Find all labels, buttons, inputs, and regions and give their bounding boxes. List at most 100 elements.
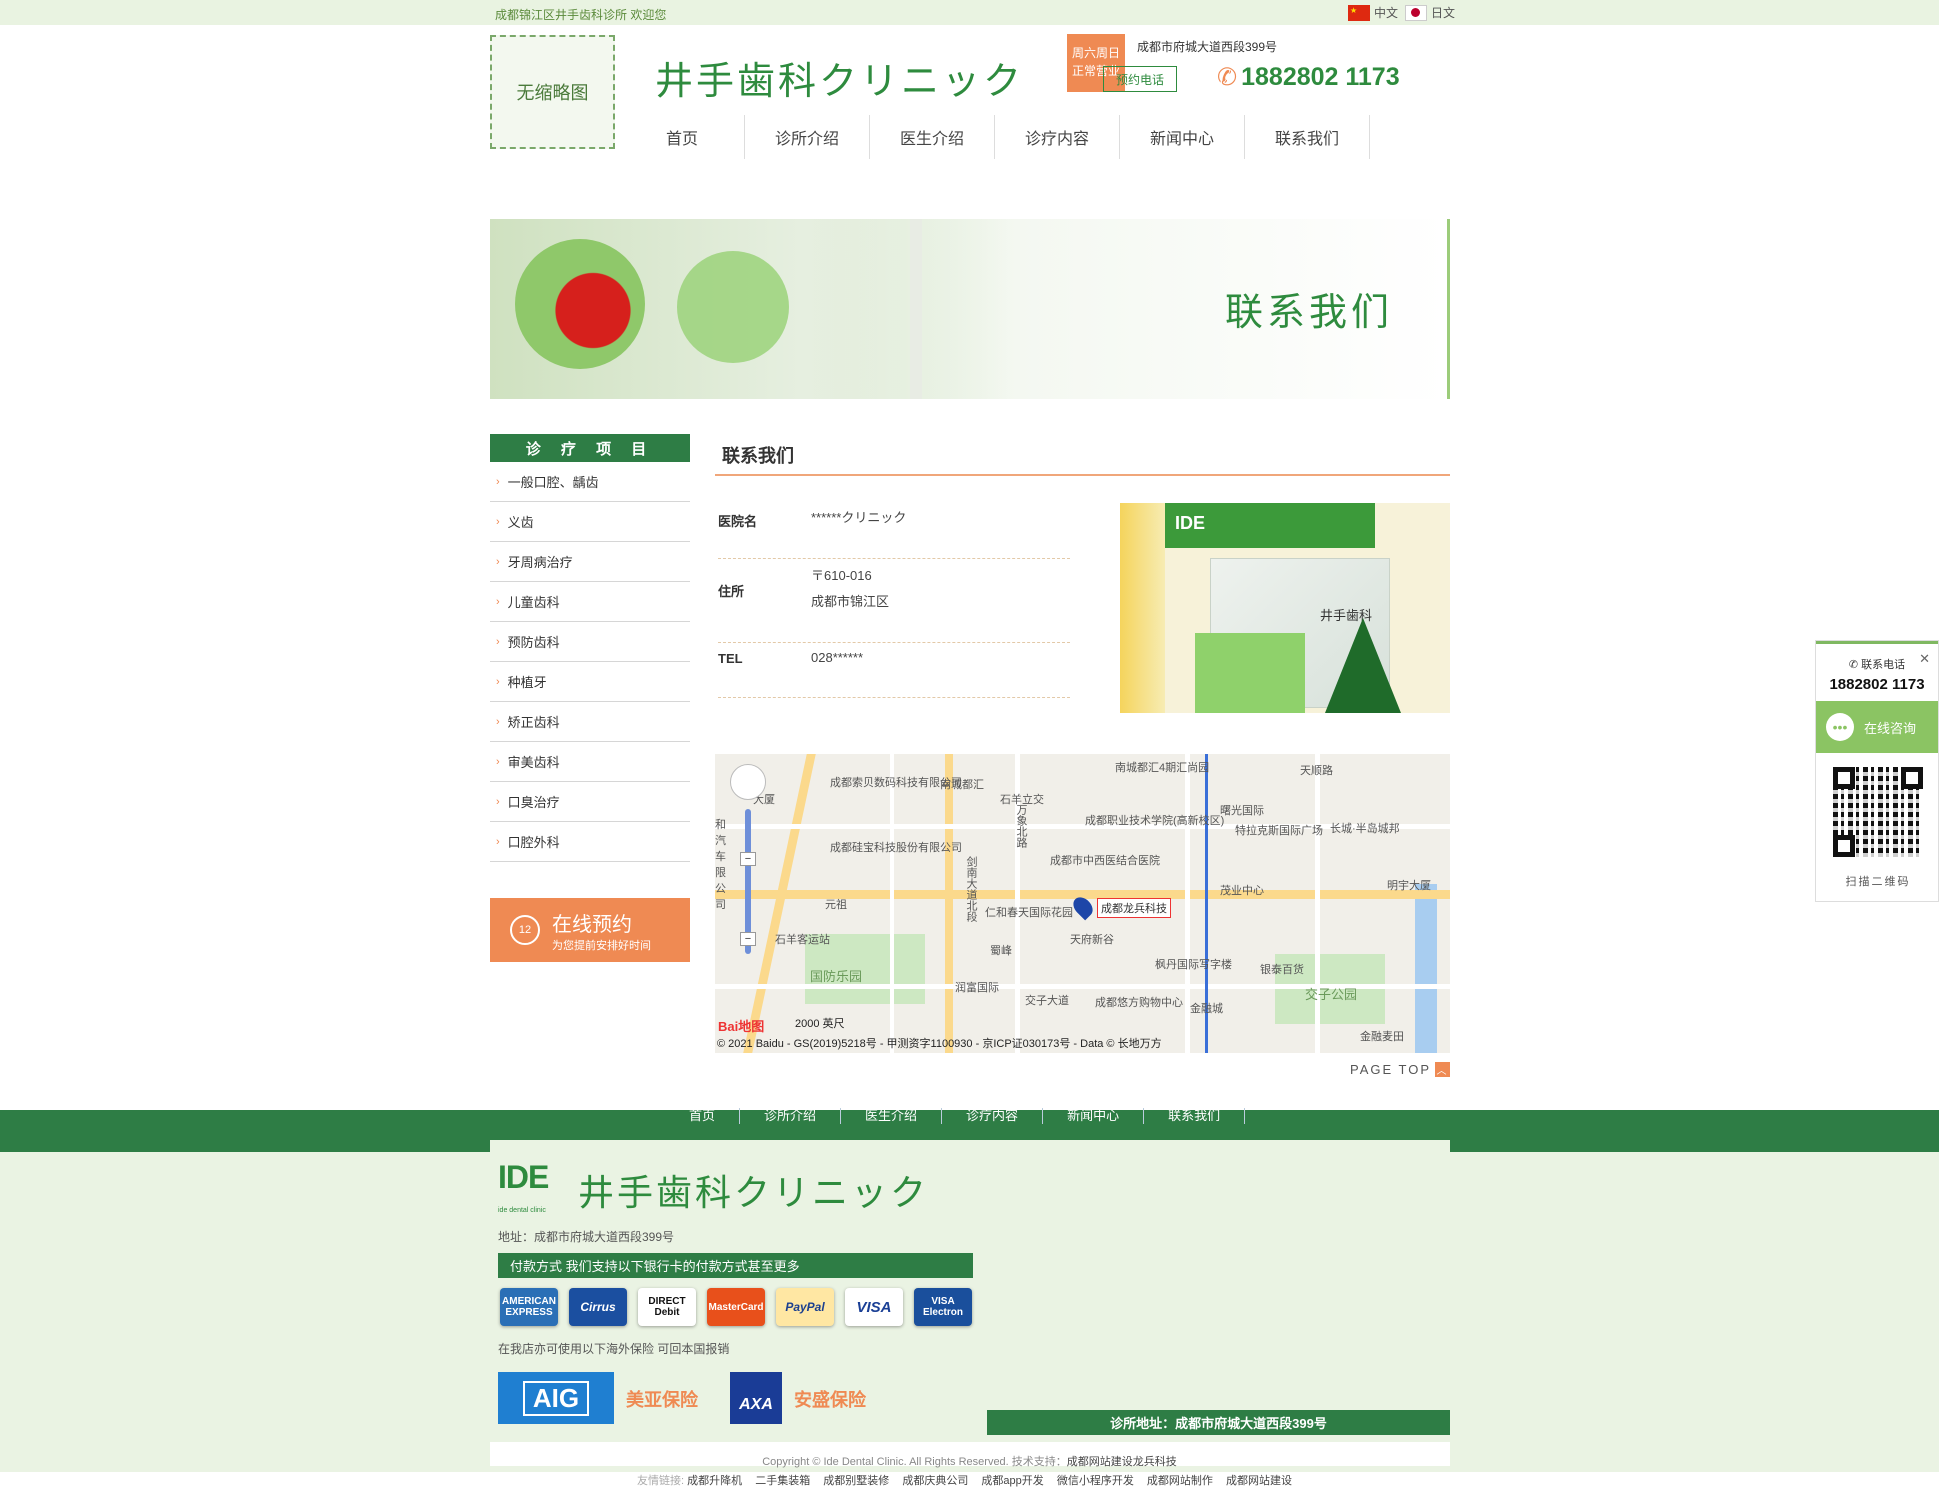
map-label: 南城都汇 xyxy=(940,779,984,791)
friend-link[interactable]: 二手集装箱 xyxy=(755,1475,810,1487)
sidebar-item[interactable]: › 矫正齿科 xyxy=(490,702,690,742)
map-zoom-in-button[interactable]: − xyxy=(740,852,756,866)
sidebar-item[interactable]: › 审美齿科 xyxy=(490,742,690,782)
map-label: 国防乐园 xyxy=(810,969,863,984)
map-zoom-out-button[interactable]: − xyxy=(740,932,756,946)
footer-nav-treatments[interactable]: 诊疗内容 xyxy=(942,1108,1044,1124)
qr-finder xyxy=(1901,767,1923,789)
friend-link[interactable]: 微信小程序开发 xyxy=(1057,1475,1134,1487)
axa-logo: AXA xyxy=(730,1372,782,1424)
footer-nav-news[interactable]: 新闻中心 xyxy=(1043,1108,1145,1124)
aig-name: 美亚保险 xyxy=(626,1390,698,1410)
lang-jp-label: 日文 xyxy=(1431,6,1456,20)
nav-clinic-intro[interactable]: 诊所介绍 xyxy=(745,115,870,159)
map-label: 交子大道 xyxy=(1025,995,1069,1007)
friend-link[interactable]: 成都app开发 xyxy=(981,1475,1043,1487)
sidebar-item[interactable]: › 种植牙 xyxy=(490,662,690,702)
map-label: 交子公园 xyxy=(1305,987,1358,1002)
chevron-right-icon: › xyxy=(496,475,500,488)
page-top-link[interactable]: PAGE TOP ︿ xyxy=(1350,1062,1451,1077)
copyright: Copyright © Ide Dental Clinic. All Right… xyxy=(0,1453,1939,1469)
chevron-right-icon: › xyxy=(496,795,500,808)
nav-contact[interactable]: 联系我们 xyxy=(1245,115,1370,159)
chevron-right-icon: › xyxy=(496,515,500,528)
footer-logo-sub: ide dental clinic xyxy=(498,1207,546,1214)
clinic-photo: IDE 井手歯科 xyxy=(1120,503,1450,713)
qr-finder xyxy=(1833,767,1855,789)
sidebar-item-label: 儿童齿科 xyxy=(507,595,560,610)
nav-treatments[interactable]: 诊疗内容 xyxy=(995,115,1120,159)
info-row-name: 医院名 ******クリニック xyxy=(718,503,1070,559)
friend-link[interactable]: 成都网站建设 xyxy=(1226,1475,1292,1487)
map-copyright: © 2021 Baidu - GS(2019)5218号 - 甲测资字11009… xyxy=(717,1038,1162,1050)
sidebar-item-label: 一般口腔、龋齿 xyxy=(507,475,599,490)
sidebar-list: › 一般口腔、龋齿 › 义齿 › 牙周病治疗 › 儿童齿科 › 预防齿科 › 种植牙 › 矫正… xyxy=(490,462,690,862)
sidebar-item[interactable]: › 口臭治疗 xyxy=(490,782,690,822)
photo-wall xyxy=(1120,503,1165,713)
footer-nav-doctor-intro[interactable]: 医生介绍 xyxy=(841,1108,943,1124)
paypal-card-icon: PayPal xyxy=(776,1288,834,1326)
lang-jp-link[interactable]: 日文 xyxy=(1405,4,1455,21)
footer-nav-home[interactable]: 首页 xyxy=(665,1108,741,1124)
header-phone[interactable]: ✆ 1882802 1173 xyxy=(1217,63,1400,92)
chevron-right-icon: › xyxy=(496,595,500,608)
nav-news[interactable]: 新闻中心 xyxy=(1120,115,1245,159)
map-pan-control[interactable] xyxy=(730,764,766,800)
tech-support-link[interactable]: 成都网站建设龙兵科技 xyxy=(1067,1456,1177,1468)
close-icon[interactable]: ✕ xyxy=(1919,651,1930,667)
map-label: 剑南大道北段 xyxy=(965,856,977,922)
sidebar-item[interactable]: › 儿童齿科 xyxy=(490,582,690,622)
map-label: 和汽车限公司 xyxy=(715,819,726,911)
footer-nav-contact[interactable]: 联系我们 xyxy=(1144,1108,1246,1124)
footer-nav-clinic-intro[interactable]: 诊所介绍 xyxy=(740,1108,842,1124)
online-chat-button[interactable]: ••• 在线咨询 xyxy=(1816,701,1938,753)
visa-electron-card-icon: VISA Electron xyxy=(914,1288,972,1326)
sidebar-item-label: 审美齿科 xyxy=(507,755,560,770)
lang-cn-label: 中文 xyxy=(1374,6,1399,20)
banner-green-circle xyxy=(677,251,789,363)
nav-home[interactable]: 首页 xyxy=(620,115,745,159)
photo-desk xyxy=(1195,633,1305,713)
info-label: 住所 xyxy=(718,584,745,599)
footer-brand: 井手歯科クリニック xyxy=(578,1173,930,1214)
sidebar-item[interactable]: › 义齿 xyxy=(490,502,690,542)
baidu-map[interactable]: 南城都汇4期汇尚园 成都索贝数码科技有限公司 南城都汇 石羊立交 天顺路 成都职… xyxy=(715,754,1450,1053)
lang-cn-link[interactable]: 中文 xyxy=(1348,4,1398,21)
map-label: 成都悠方购物中心 xyxy=(1095,997,1183,1009)
top-bar: 成都锦江区井手齿科诊所 欢迎您 中文 日文 xyxy=(0,0,1939,25)
float-phone-number[interactable]: 1882802 1173 xyxy=(1816,676,1938,693)
sidebar-item[interactable]: › 一般口腔、龋齿 xyxy=(490,462,690,502)
sidebar-item[interactable]: › 预防齿科 xyxy=(490,622,690,662)
map-label: 茂业中心 xyxy=(1220,885,1264,897)
info-label: 医院名 xyxy=(718,514,758,529)
sidebar-item[interactable]: › 口腔外科 xyxy=(490,822,690,862)
map-label: 万象北路 xyxy=(1015,804,1027,848)
booking-call-button[interactable]: 预约电话 xyxy=(1103,66,1177,92)
map-label: 蜀峰 xyxy=(990,945,1012,957)
friend-link[interactable]: 成都别墅装修 xyxy=(823,1475,889,1487)
page-top-label: PAGE TOP xyxy=(1350,1062,1432,1077)
map-scale: 2000 英尺 xyxy=(795,1018,845,1030)
online-chat-label: 在线咨询 xyxy=(1864,720,1917,736)
booking-title: 在线预约 xyxy=(552,913,632,936)
sidebar-heading: 诊 疗 项 目 xyxy=(490,434,690,462)
chat-icon: ••• xyxy=(1826,713,1854,741)
nav-doctor-intro[interactable]: 医生介绍 xyxy=(870,115,995,159)
direct-debit-card-icon: DIRECT Debit xyxy=(638,1288,696,1326)
payment-cards: AMERICAN EXPRESS Cirrus DIRECT Debit Mas… xyxy=(500,1288,972,1326)
friend-link[interactable]: 成都升降机 xyxy=(687,1475,742,1487)
calendar-icon: 12 xyxy=(510,915,540,945)
map-label: 润富国际 xyxy=(955,982,999,994)
sidebar-item-label: 种植牙 xyxy=(507,675,547,690)
sidebar-item-label: 牙周病治疗 xyxy=(507,555,573,570)
brand-title: 井手歯科クリニック xyxy=(655,59,1025,103)
online-booking-button[interactable]: 12 在线预约 为您提前安排好时间 xyxy=(490,898,690,962)
map-label: 仁和春天国际花园 xyxy=(985,907,1073,919)
map-road xyxy=(890,754,894,1053)
friend-link[interactable]: 成都庆典公司 xyxy=(902,1475,968,1487)
sidebar-item[interactable]: › 牙周病治疗 xyxy=(490,542,690,582)
logo-thumbnail[interactable]: 无缩略图 xyxy=(490,35,615,149)
map-label: 成都职业技术学院(高新校区) xyxy=(1085,815,1225,827)
mastercard-card-icon: MasterCard xyxy=(707,1288,765,1326)
friend-link[interactable]: 成都网站制作 xyxy=(1147,1475,1213,1487)
